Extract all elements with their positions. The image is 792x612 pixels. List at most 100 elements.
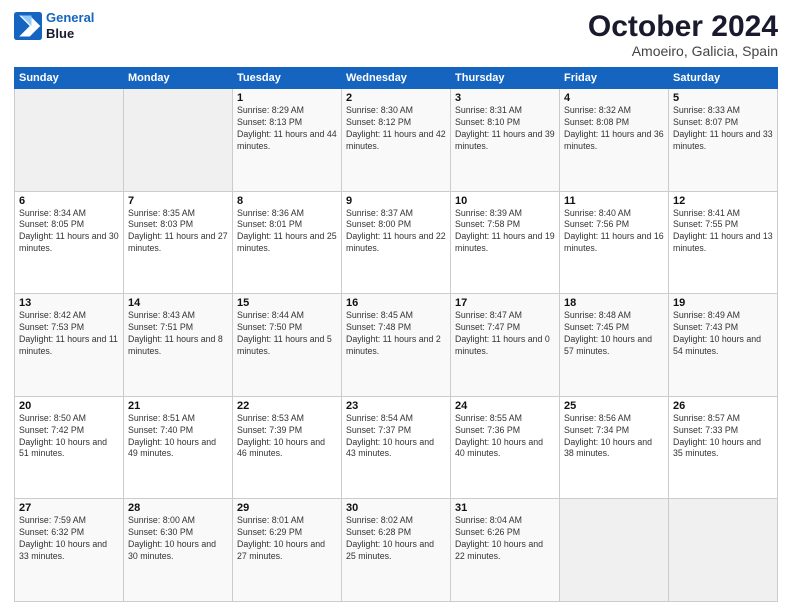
day-info: Sunrise: 8:02 AM Sunset: 6:28 PM Dayligh…	[346, 515, 446, 563]
calendar-cell: 26Sunrise: 8:57 AM Sunset: 7:33 PM Dayli…	[669, 396, 778, 499]
day-info: Sunrise: 8:53 AM Sunset: 7:39 PM Dayligh…	[237, 413, 337, 461]
day-info: Sunrise: 8:31 AM Sunset: 8:10 PM Dayligh…	[455, 105, 555, 153]
calendar-cell	[560, 499, 669, 602]
page-container: General Blue October 2024 Amoeiro, Galic…	[0, 0, 792, 612]
day-number: 16	[346, 297, 446, 309]
calendar-cell: 30Sunrise: 8:02 AM Sunset: 6:28 PM Dayli…	[342, 499, 451, 602]
logo-text: General Blue	[46, 10, 94, 41]
calendar-cell: 27Sunrise: 7:59 AM Sunset: 6:32 PM Dayli…	[15, 499, 124, 602]
header: General Blue October 2024 Amoeiro, Galic…	[14, 10, 778, 59]
day-info: Sunrise: 8:48 AM Sunset: 7:45 PM Dayligh…	[564, 310, 664, 358]
calendar-week-row: 13Sunrise: 8:42 AM Sunset: 7:53 PM Dayli…	[15, 294, 778, 397]
day-info: Sunrise: 8:34 AM Sunset: 8:05 PM Dayligh…	[19, 208, 119, 256]
day-info: Sunrise: 8:47 AM Sunset: 7:47 PM Dayligh…	[455, 310, 555, 358]
logo-line2: Blue	[46, 26, 94, 42]
calendar-week-row: 20Sunrise: 8:50 AM Sunset: 7:42 PM Dayli…	[15, 396, 778, 499]
day-number: 19	[673, 297, 773, 309]
calendar-cell: 20Sunrise: 8:50 AM Sunset: 7:42 PM Dayli…	[15, 396, 124, 499]
day-info: Sunrise: 8:35 AM Sunset: 8:03 PM Dayligh…	[128, 208, 228, 256]
calendar-cell	[124, 89, 233, 192]
day-info: Sunrise: 8:55 AM Sunset: 7:36 PM Dayligh…	[455, 413, 555, 461]
calendar-cell: 29Sunrise: 8:01 AM Sunset: 6:29 PM Dayli…	[233, 499, 342, 602]
calendar-cell: 18Sunrise: 8:48 AM Sunset: 7:45 PM Dayli…	[560, 294, 669, 397]
logo: General Blue	[14, 10, 94, 41]
calendar-cell: 12Sunrise: 8:41 AM Sunset: 7:55 PM Dayli…	[669, 191, 778, 294]
day-info: Sunrise: 8:30 AM Sunset: 8:12 PM Dayligh…	[346, 105, 446, 153]
day-number: 22	[237, 400, 337, 412]
calendar-cell: 28Sunrise: 8:00 AM Sunset: 6:30 PM Dayli…	[124, 499, 233, 602]
calendar-cell	[669, 499, 778, 602]
calendar-cell: 3Sunrise: 8:31 AM Sunset: 8:10 PM Daylig…	[451, 89, 560, 192]
weekday-header: Friday	[560, 68, 669, 89]
calendar-cell: 9Sunrise: 8:37 AM Sunset: 8:00 PM Daylig…	[342, 191, 451, 294]
weekday-header: Monday	[124, 68, 233, 89]
calendar-cell: 1Sunrise: 8:29 AM Sunset: 8:13 PM Daylig…	[233, 89, 342, 192]
calendar-cell: 23Sunrise: 8:54 AM Sunset: 7:37 PM Dayli…	[342, 396, 451, 499]
calendar-cell: 16Sunrise: 8:45 AM Sunset: 7:48 PM Dayli…	[342, 294, 451, 397]
day-number: 17	[455, 297, 555, 309]
day-info: Sunrise: 8:54 AM Sunset: 7:37 PM Dayligh…	[346, 413, 446, 461]
calendar-cell: 14Sunrise: 8:43 AM Sunset: 7:51 PM Dayli…	[124, 294, 233, 397]
day-number: 12	[673, 195, 773, 207]
day-info: Sunrise: 8:44 AM Sunset: 7:50 PM Dayligh…	[237, 310, 337, 358]
day-number: 25	[564, 400, 664, 412]
day-info: Sunrise: 8:00 AM Sunset: 6:30 PM Dayligh…	[128, 515, 228, 563]
day-number: 5	[673, 92, 773, 104]
day-number: 31	[455, 502, 555, 514]
title-block: October 2024 Amoeiro, Galicia, Spain	[588, 10, 778, 59]
day-info: Sunrise: 8:04 AM Sunset: 6:26 PM Dayligh…	[455, 515, 555, 563]
weekday-header: Thursday	[451, 68, 560, 89]
day-number: 11	[564, 195, 664, 207]
day-number: 3	[455, 92, 555, 104]
logo-icon	[14, 12, 42, 40]
calendar-cell: 25Sunrise: 8:56 AM Sunset: 7:34 PM Dayli…	[560, 396, 669, 499]
day-number: 10	[455, 195, 555, 207]
month-title: October 2024	[588, 10, 778, 43]
calendar-week-row: 27Sunrise: 7:59 AM Sunset: 6:32 PM Dayli…	[15, 499, 778, 602]
calendar-cell: 21Sunrise: 8:51 AM Sunset: 7:40 PM Dayli…	[124, 396, 233, 499]
day-number: 1	[237, 92, 337, 104]
weekday-header: Tuesday	[233, 68, 342, 89]
day-number: 26	[673, 400, 773, 412]
day-info: Sunrise: 8:39 AM Sunset: 7:58 PM Dayligh…	[455, 208, 555, 256]
day-info: Sunrise: 8:01 AM Sunset: 6:29 PM Dayligh…	[237, 515, 337, 563]
day-info: Sunrise: 8:57 AM Sunset: 7:33 PM Dayligh…	[673, 413, 773, 461]
day-info: Sunrise: 8:29 AM Sunset: 8:13 PM Dayligh…	[237, 105, 337, 153]
day-number: 14	[128, 297, 228, 309]
day-number: 7	[128, 195, 228, 207]
day-info: Sunrise: 8:32 AM Sunset: 8:08 PM Dayligh…	[564, 105, 664, 153]
calendar-cell: 6Sunrise: 8:34 AM Sunset: 8:05 PM Daylig…	[15, 191, 124, 294]
day-info: Sunrise: 8:33 AM Sunset: 8:07 PM Dayligh…	[673, 105, 773, 153]
day-number: 2	[346, 92, 446, 104]
day-number: 24	[455, 400, 555, 412]
weekday-header: Sunday	[15, 68, 124, 89]
day-number: 27	[19, 502, 119, 514]
calendar-header-row: SundayMondayTuesdayWednesdayThursdayFrid…	[15, 68, 778, 89]
day-info: Sunrise: 8:43 AM Sunset: 7:51 PM Dayligh…	[128, 310, 228, 358]
calendar-cell: 4Sunrise: 8:32 AM Sunset: 8:08 PM Daylig…	[560, 89, 669, 192]
day-info: Sunrise: 8:41 AM Sunset: 7:55 PM Dayligh…	[673, 208, 773, 256]
calendar-cell: 31Sunrise: 8:04 AM Sunset: 6:26 PM Dayli…	[451, 499, 560, 602]
calendar-cell: 8Sunrise: 8:36 AM Sunset: 8:01 PM Daylig…	[233, 191, 342, 294]
calendar-cell	[15, 89, 124, 192]
day-number: 9	[346, 195, 446, 207]
calendar-cell: 5Sunrise: 8:33 AM Sunset: 8:07 PM Daylig…	[669, 89, 778, 192]
day-info: Sunrise: 8:49 AM Sunset: 7:43 PM Dayligh…	[673, 310, 773, 358]
location-title: Amoeiro, Galicia, Spain	[588, 43, 778, 59]
day-info: Sunrise: 8:42 AM Sunset: 7:53 PM Dayligh…	[19, 310, 119, 358]
calendar-week-row: 1Sunrise: 8:29 AM Sunset: 8:13 PM Daylig…	[15, 89, 778, 192]
day-info: Sunrise: 7:59 AM Sunset: 6:32 PM Dayligh…	[19, 515, 119, 563]
day-info: Sunrise: 8:36 AM Sunset: 8:01 PM Dayligh…	[237, 208, 337, 256]
calendar-cell: 13Sunrise: 8:42 AM Sunset: 7:53 PM Dayli…	[15, 294, 124, 397]
logo-line1: General	[46, 10, 94, 25]
day-info: Sunrise: 8:40 AM Sunset: 7:56 PM Dayligh…	[564, 208, 664, 256]
day-number: 15	[237, 297, 337, 309]
day-info: Sunrise: 8:51 AM Sunset: 7:40 PM Dayligh…	[128, 413, 228, 461]
day-info: Sunrise: 8:56 AM Sunset: 7:34 PM Dayligh…	[564, 413, 664, 461]
day-number: 23	[346, 400, 446, 412]
day-info: Sunrise: 8:50 AM Sunset: 7:42 PM Dayligh…	[19, 413, 119, 461]
calendar-cell: 7Sunrise: 8:35 AM Sunset: 8:03 PM Daylig…	[124, 191, 233, 294]
calendar-cell: 11Sunrise: 8:40 AM Sunset: 7:56 PM Dayli…	[560, 191, 669, 294]
calendar-cell: 24Sunrise: 8:55 AM Sunset: 7:36 PM Dayli…	[451, 396, 560, 499]
calendar-cell: 15Sunrise: 8:44 AM Sunset: 7:50 PM Dayli…	[233, 294, 342, 397]
